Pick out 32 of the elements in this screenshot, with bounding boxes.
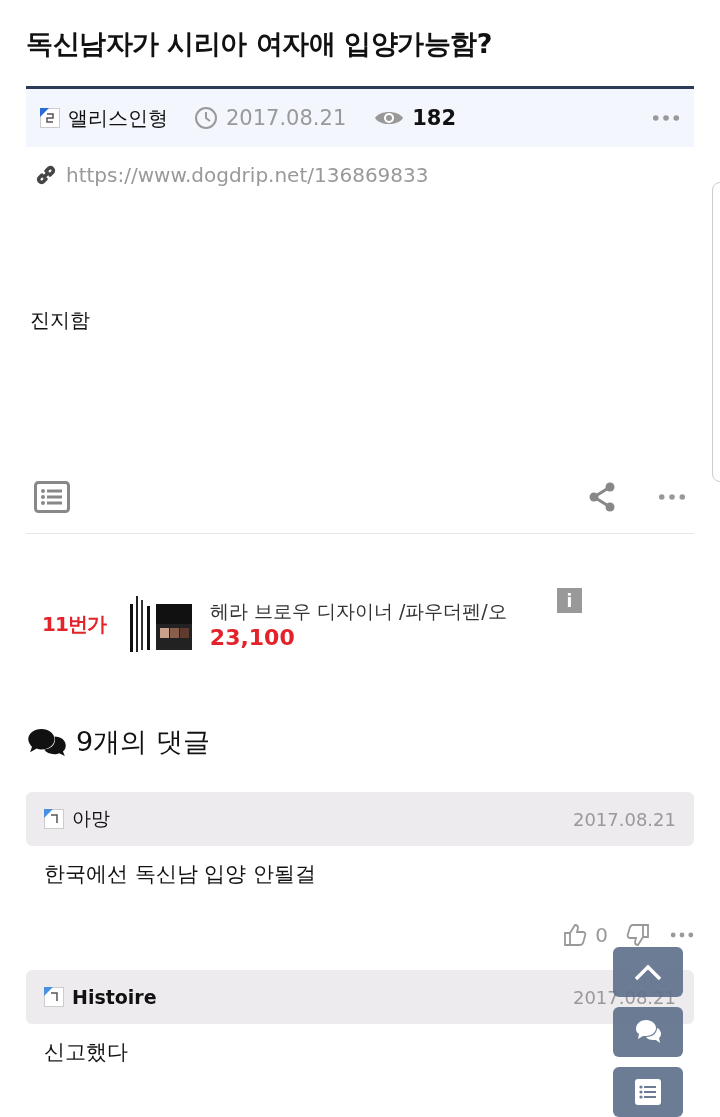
thumbs-up-icon[interactable]: [563, 923, 588, 947]
product-name[interactable]: 헤라 브로우 디자이너 /파우더펜/오: [209, 598, 507, 625]
clock-icon: [194, 106, 218, 130]
shop-logo[interactable]: 11번가: [42, 610, 106, 638]
more-icon[interactable]: [652, 114, 680, 122]
product-price: 23,100: [209, 624, 296, 650]
comment-author[interactable]: Histoire: [72, 986, 157, 1008]
view-count: 182: [412, 106, 457, 130]
comment-date: 2017.08.21: [572, 808, 676, 830]
link-icon: [34, 163, 58, 187]
more-icon[interactable]: [670, 931, 694, 939]
comment-text: 신고했다: [44, 1039, 129, 1066]
list-icon: [633, 1077, 663, 1107]
post-date: 2017.08.21: [226, 106, 347, 130]
author-name[interactable]: 앨리스인형: [68, 104, 168, 132]
level-icon: [44, 987, 64, 1007]
post-body: 진지함: [30, 307, 91, 334]
level-icon: [40, 108, 60, 128]
list-icon[interactable]: [34, 481, 70, 513]
post-title: 독신남자가 시리아 여자애 입양가능함?: [26, 27, 493, 61]
comments-button[interactable]: [613, 1007, 683, 1057]
thumbs-down-icon[interactable]: [626, 923, 650, 947]
like-count: 0: [595, 923, 608, 947]
chevron-up-icon: [633, 962, 663, 982]
level-icon: [44, 809, 64, 829]
comments-heading: 9개의 댓글: [76, 725, 210, 759]
comment-author[interactable]: 아망: [72, 806, 110, 832]
more-icon[interactable]: [658, 493, 686, 501]
comments-icon: [26, 727, 68, 757]
comment-text: 한국에선 독신남 입양 안될걸: [44, 861, 318, 888]
list-button[interactable]: [613, 1067, 683, 1117]
share-icon[interactable]: [588, 482, 616, 512]
